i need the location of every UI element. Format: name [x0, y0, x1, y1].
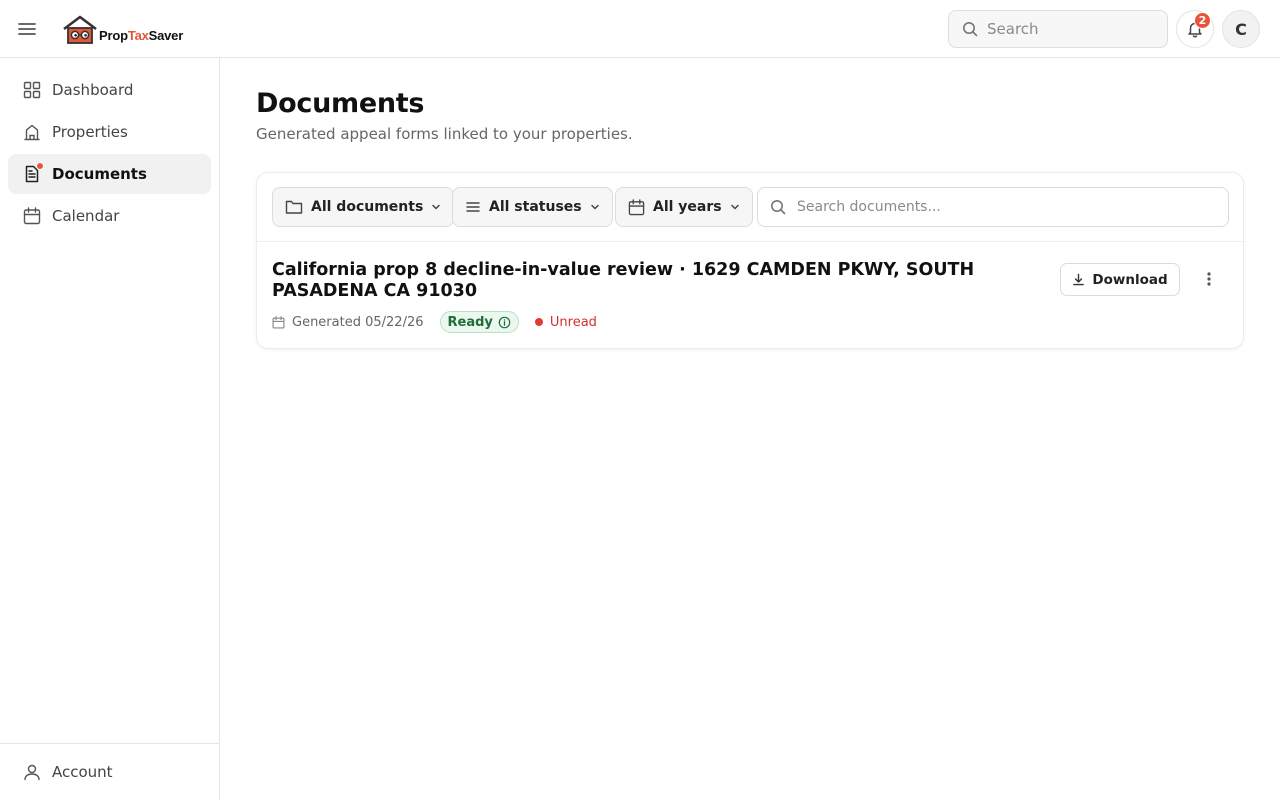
sidebar-item-label: Properties	[52, 123, 128, 141]
status-filter[interactable]: All statuses	[452, 187, 613, 227]
global-search-input[interactable]	[987, 20, 1157, 38]
chevron-down-icon	[730, 204, 739, 210]
filter-bar: All documents All statuses All years	[257, 173, 1243, 242]
download-button[interactable]: Download	[1060, 263, 1180, 296]
status-filter-label: All statuses	[489, 199, 582, 215]
unread-indicator: Unread	[534, 314, 597, 330]
sidebar-item-label: Dashboard	[52, 81, 134, 99]
document-type-filter-label: All documents	[311, 199, 424, 215]
menu-icon[interactable]	[14, 16, 40, 42]
info-icon[interactable]	[498, 316, 511, 329]
document-meta: Generated 05/22/26 Ready Unread	[272, 311, 597, 333]
top-bar: PropTaxSaver 2 C	[0, 0, 1280, 58]
generated-date-text: Generated 05/22/26	[292, 314, 424, 330]
user-icon	[22, 762, 42, 782]
sidebar-item-calendar[interactable]: Calendar	[8, 196, 211, 236]
status-badge-label: Ready	[447, 314, 493, 330]
unread-dot	[36, 162, 44, 170]
calendar-icon	[628, 198, 645, 215]
unread-dot	[534, 318, 543, 326]
sidebar-item-account[interactable]: Account	[8, 752, 211, 792]
sidebar-item-label: Calendar	[52, 207, 120, 225]
sidebar-item-properties[interactable]: Properties	[8, 112, 211, 152]
document-row[interactable]: California prop 8 decline-in-value revie…	[257, 242, 1243, 348]
download-icon	[1073, 273, 1085, 286]
page-subtitle: Generated appeal forms linked to your pr…	[256, 125, 633, 143]
global-search[interactable]	[948, 10, 1168, 48]
grid-icon	[22, 80, 42, 100]
folder-icon	[285, 200, 303, 214]
notification-count-badge: 2	[1194, 12, 1211, 29]
search-icon	[771, 200, 786, 215]
generated-date: Generated 05/22/26	[272, 315, 424, 330]
list-icon	[466, 202, 480, 212]
download-label: Download	[1092, 271, 1168, 288]
year-filter[interactable]: All years	[615, 187, 753, 227]
chevron-down-icon	[590, 204, 599, 210]
documents-card: All documents All statuses All years Cal…	[256, 172, 1244, 349]
calendar-icon	[272, 315, 285, 328]
sidebar-footer: Account	[0, 743, 219, 800]
sidebar-item-label: Documents	[52, 165, 147, 183]
unread-label: Unread	[549, 314, 597, 330]
chevron-down-icon	[432, 204, 441, 210]
calendar-icon	[22, 206, 42, 226]
year-filter-label: All years	[653, 199, 722, 215]
building-icon	[22, 122, 42, 142]
status-badge: Ready	[439, 311, 519, 333]
avatar[interactable]: C	[1222, 10, 1260, 48]
brand-name: PropTaxSaver	[99, 28, 184, 43]
house-logo-icon	[63, 15, 97, 44]
document-title[interactable]: California prop 8 decline-in-value revie…	[272, 260, 1012, 302]
document-type-filter[interactable]: All documents	[272, 187, 455, 227]
page-title: Documents	[256, 88, 425, 119]
search-icon	[963, 22, 978, 37]
sidebar-item-dashboard[interactable]: Dashboard	[8, 70, 211, 110]
sidebar: Dashboard Properties Documents Calendar …	[0, 58, 220, 800]
document-icon	[22, 162, 44, 184]
document-search-input[interactable]	[797, 199, 1217, 215]
sidebar-item-label: Account	[52, 763, 113, 781]
document-search[interactable]	[757, 187, 1229, 227]
more-options-icon[interactable]	[1195, 265, 1223, 293]
app-logo[interactable]: PropTaxSaver	[62, 15, 183, 45]
sidebar-item-documents[interactable]: Documents	[8, 154, 211, 194]
